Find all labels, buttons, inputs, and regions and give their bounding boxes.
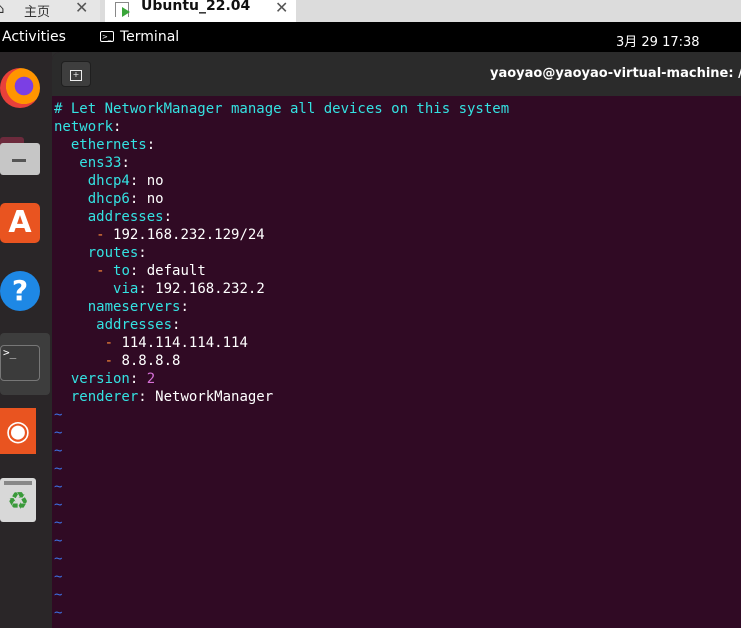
tab-home[interactable]: ⌂ 主页 ✕: [0, 0, 100, 22]
empty-line-tilde: ~: [54, 551, 63, 567]
yaml-key: addresses: [96, 317, 173, 333]
file-line: - 114.114.114.114: [54, 334, 509, 352]
trash-icon[interactable]: ♻: [0, 478, 36, 522]
new-tab-icon: +: [70, 70, 82, 81]
empty-line-tilde: ~: [54, 479, 63, 495]
empty-line-tilde: ~: [54, 443, 63, 459]
ubuntu-icon[interactable]: ◉: [0, 408, 36, 454]
yaml-colon: :: [180, 299, 189, 315]
yaml-list-dash: -: [104, 353, 114, 369]
file-line: routes:: [54, 244, 509, 262]
yaml-colon: :: [163, 209, 173, 225]
clock[interactable]: 3月 29 17:38: [616, 31, 700, 50]
file-line: version: 2: [54, 370, 509, 388]
yaml-key: via: [113, 281, 139, 297]
file-line: - to: default: [54, 262, 509, 280]
yaml-key: version: [70, 371, 130, 387]
file-line: renderer: NetworkManager: [54, 388, 509, 406]
file-line: network:: [54, 118, 509, 136]
home-icon: ⌂: [0, 2, 5, 17]
empty-line-tilde: ~: [54, 425, 63, 441]
empty-line-tilde: ~: [54, 461, 63, 477]
app-menu-terminal[interactable]: >_ Terminal: [100, 29, 179, 45]
empty-line-tilde: ~: [54, 587, 63, 603]
yaml-list-dash: -: [96, 263, 105, 279]
yaml-colon: :: [121, 155, 130, 171]
yaml-value: 8.8.8.8: [113, 353, 181, 369]
yaml-list-dash: -: [96, 227, 105, 243]
yaml-colon: :: [172, 317, 181, 333]
yaml-colon: :: [138, 389, 147, 405]
app-center-icon[interactable]: A: [0, 203, 40, 243]
yaml-key: nameservers: [87, 299, 181, 315]
yaml-colon: :: [138, 245, 147, 261]
file-line: nameservers:: [54, 298, 509, 316]
new-tab-button[interactable]: +: [61, 61, 91, 87]
activities-button[interactable]: Activities: [2, 29, 66, 45]
yaml-value: 192.168.232.129/24: [104, 227, 265, 243]
vm-icon: [115, 2, 130, 17]
dock: A ? >_ ◉ ♻: [0, 52, 52, 628]
yaml-list-dash: -: [104, 335, 114, 351]
yaml-key: renderer: [70, 389, 139, 405]
empty-line-tilde: ~: [54, 515, 63, 531]
help-icon[interactable]: ?: [0, 271, 40, 311]
tab-vm-close-icon[interactable]: ✕: [275, 0, 288, 17]
yaml-key: network: [54, 119, 114, 135]
yaml-colon: :: [138, 281, 147, 297]
yaml-value: default: [138, 263, 206, 279]
file-line: ethernets:: [54, 136, 509, 154]
empty-line-tilde: ~: [54, 533, 63, 549]
terminal-window[interactable]: + yaoyao@yaoyao-virtual-machine: /e # Le…: [52, 52, 741, 628]
empty-line-tilde: ~: [54, 407, 63, 423]
yaml-key: dhcp6: [87, 191, 130, 207]
file-line: ens33:: [54, 154, 509, 172]
yaml-key: ens33: [79, 155, 122, 171]
tab-vm[interactable]: Ubuntu_22.04 ✕: [105, 0, 296, 22]
yaml-value: NetworkManager: [146, 389, 274, 405]
yaml-key: dhcp4: [87, 173, 130, 189]
file-line: - 192.168.232.129/24: [54, 226, 509, 244]
yaml-number: 2: [138, 371, 156, 387]
tab-home-close-icon[interactable]: ✕: [75, 0, 88, 17]
file-line: # Let NetworkManager manage all devices …: [54, 100, 509, 118]
app-menu-label: Terminal: [120, 29, 180, 45]
terminal-content[interactable]: # Let NetworkManager manage all devices …: [54, 100, 509, 622]
yaml-value: no: [138, 191, 164, 207]
yaml-key: ethernets: [70, 137, 147, 153]
terminal-header-bar: + yaoyao@yaoyao-virtual-machine: /e: [52, 52, 741, 96]
file-line: addresses:: [54, 316, 509, 334]
terminal-icon[interactable]: >_: [0, 345, 40, 381]
file-line: dhcp4: no: [54, 172, 509, 190]
yaml-value: 114.114.114.114: [113, 335, 248, 351]
host-tab-bar: ⌂ 主页 ✕ Ubuntu_22.04 ✕: [0, 0, 741, 22]
terminal-small-icon: >_: [100, 30, 114, 42]
empty-line-tilde: ~: [54, 605, 63, 621]
yaml-comment: # Let NetworkManager manage all devices …: [54, 101, 510, 117]
tab-vm-label: Ubuntu_22.04: [141, 0, 251, 14]
firefox-icon[interactable]: [0, 68, 40, 108]
empty-line-tilde: ~: [54, 497, 63, 513]
empty-line-tilde: ~: [54, 569, 63, 585]
file-line: via: 192.168.232.2: [54, 280, 509, 298]
file-line: addresses:: [54, 208, 509, 226]
files-icon[interactable]: [0, 137, 40, 175]
file-line: dhcp6: no: [54, 190, 509, 208]
yaml-key: addresses: [87, 209, 164, 225]
yaml-colon: :: [146, 137, 156, 153]
yaml-value: 192.168.232.2: [146, 281, 265, 297]
yaml-key: to: [104, 263, 130, 279]
tab-home-label: 主页: [24, 5, 51, 20]
file-line: - 8.8.8.8: [54, 352, 509, 370]
yaml-colon: :: [113, 119, 122, 135]
window-title: yaoyao@yaoyao-virtual-machine: /e: [490, 66, 741, 81]
yaml-key: routes: [87, 245, 139, 261]
yaml-value: no: [138, 173, 164, 189]
gnome-top-bar: Activities >_ Terminal 3月 29 17:38: [0, 22, 741, 52]
